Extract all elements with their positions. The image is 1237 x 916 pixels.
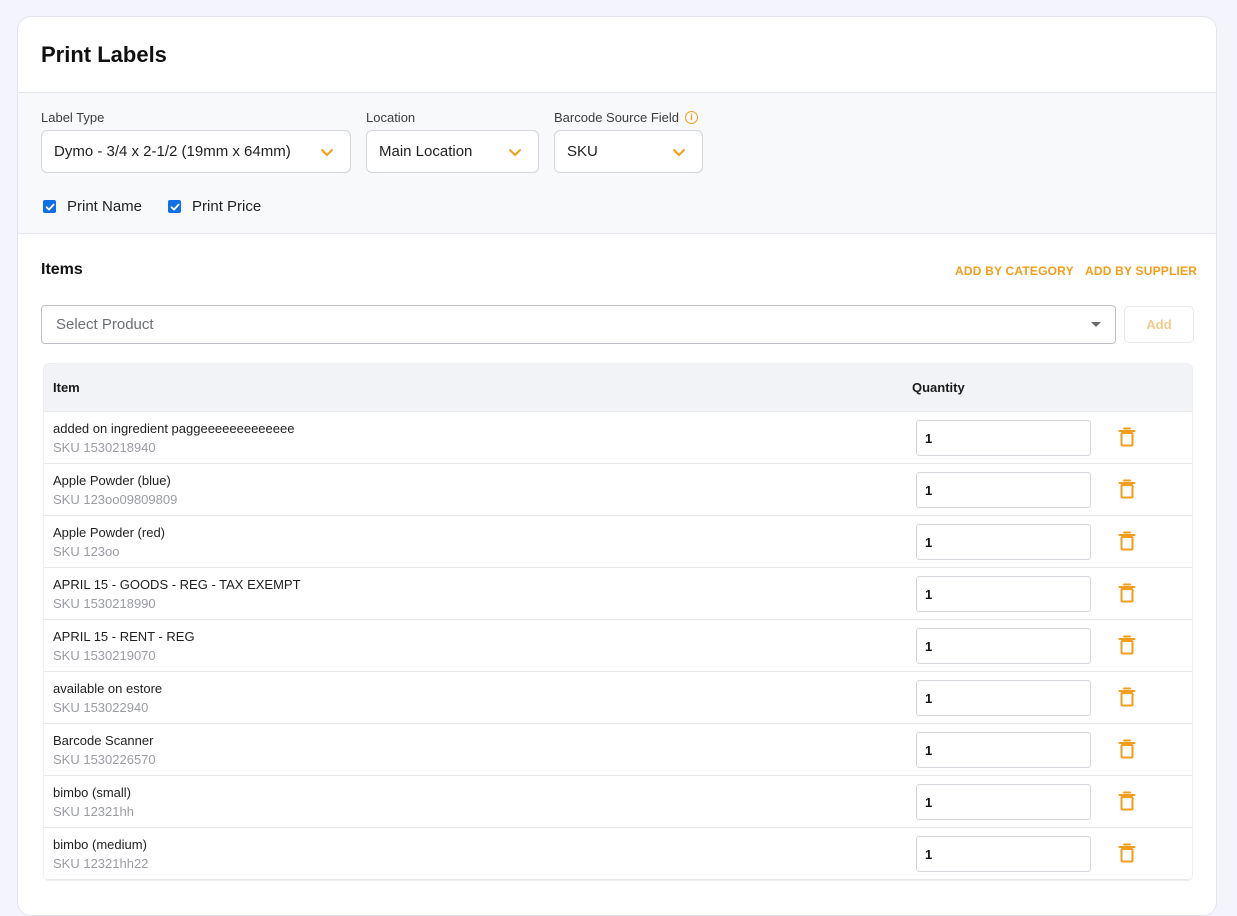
trash-icon[interactable]: [1118, 687, 1136, 707]
location-field: Location Main Location: [366, 109, 539, 173]
items-table: Item Quantity added on ingredient paggee…: [43, 363, 1193, 881]
select-product-dropdown[interactable]: Select Product: [41, 305, 1116, 344]
location-select[interactable]: Main Location: [366, 130, 539, 173]
label-settings: Label Type Dymo - 3/4 x 2-1/2 (19mm x 64…: [18, 93, 1216, 234]
table-row: added on ingredient paggeeeeeeeeeeeee SKU…: [44, 412, 1192, 464]
caret-down-icon: [1091, 322, 1101, 327]
items-title: Items: [41, 261, 83, 278]
item-name: Apple Powder (red): [53, 525, 165, 540]
select-product-placeholder: Select Product: [56, 316, 154, 333]
barcode-source-label: Barcode Source Field: [554, 109, 680, 125]
trash-icon[interactable]: [1118, 531, 1136, 551]
item-sku: SKU 1530219070: [53, 648, 156, 663]
label-type-select[interactable]: Dymo - 3/4 x 2-1/2 (19mm x 64mm): [41, 130, 351, 173]
item-sku: SKU 123oo: [53, 544, 120, 559]
page-title: Print Labels: [41, 41, 167, 67]
print-labels-card: Print Labels Label Type Dymo - 3/4 x 2-1…: [17, 16, 1217, 916]
quantity-input[interactable]: 1: [916, 472, 1091, 508]
print-price-label: Print Price: [192, 198, 262, 215]
chevron-down-icon: [673, 148, 685, 156]
info-icon[interactable]: i: [685, 110, 699, 124]
quantity-input[interactable]: 1: [916, 576, 1091, 612]
quantity-input[interactable]: 1: [916, 732, 1091, 768]
table-row: Apple Powder (blue) SKU 123oo09809809 1: [44, 464, 1192, 516]
table-row: Barcode Scanner SKU 1530226570 1: [44, 724, 1192, 776]
barcode-source-field: Barcode Source Field i SKU: [554, 109, 703, 173]
table-row: APRIL 15 - GOODS - REG - TAX EXEMPT SKU 1…: [44, 568, 1192, 620]
item-name: bimbo (medium): [53, 837, 147, 852]
item-sku: SKU 153022940: [53, 700, 149, 715]
barcode-source-value: SKU: [567, 143, 598, 160]
table-row: bimbo (medium) SKU 12321hh22 1: [44, 828, 1192, 880]
item-name: bimbo (small): [53, 785, 132, 800]
quantity-input[interactable]: 1: [916, 524, 1091, 560]
item-name: Barcode Scanner: [53, 733, 154, 748]
chevron-down-icon: [509, 148, 521, 156]
check-icon: [45, 203, 54, 210]
print-name-checkbox[interactable]: [43, 200, 56, 213]
item-name: APRIL 15 - GOODS - REG - TAX EXEMPT: [53, 577, 301, 592]
add-button[interactable]: Add: [1124, 306, 1194, 343]
item-sku: SKU 1530226570: [53, 752, 156, 767]
quantity-input[interactable]: 1: [916, 628, 1091, 664]
label-type-field: Label Type Dymo - 3/4 x 2-1/2 (19mm x 64…: [41, 109, 351, 173]
trash-icon[interactable]: [1118, 635, 1136, 655]
check-icon: [170, 203, 180, 210]
print-price-option[interactable]: Print Price: [168, 198, 261, 215]
item-name: APRIL 15 - RENT - REG: [53, 629, 195, 644]
table-row: Apple Powder (red) SKU 123oo 1: [44, 516, 1192, 568]
print-price-checkbox[interactable]: [168, 200, 182, 213]
item-sku: SKU 123oo09809809: [53, 492, 178, 507]
print-name-option[interactable]: Print Name: [43, 198, 142, 215]
label-type-label: Label Type: [41, 109, 105, 125]
trash-icon[interactable]: [1118, 479, 1136, 499]
chevron-down-icon: [321, 148, 333, 156]
item-name: added on ingredient paggeeeeeeeeeeeee: [53, 421, 295, 436]
item-sku: SKU 12321hh: [53, 804, 134, 819]
barcode-source-select[interactable]: SKU: [554, 130, 703, 173]
column-header-item: Item: [53, 380, 80, 395]
trash-icon[interactable]: [1118, 843, 1136, 863]
trash-icon[interactable]: [1118, 791, 1136, 811]
quantity-input[interactable]: 1: [916, 420, 1091, 456]
print-options: Print Name Print Price: [43, 198, 261, 215]
trash-icon[interactable]: [1118, 739, 1136, 759]
location-value: Main Location: [379, 143, 473, 160]
add-by-supplier-link[interactable]: ADD BY SUPPLIER: [1085, 264, 1197, 278]
card-header: Print Labels: [18, 17, 1216, 93]
quantity-input[interactable]: 1: [916, 784, 1091, 820]
table-row: bimbo (small) SKU 12321hh 1: [44, 776, 1192, 828]
quantity-input[interactable]: 1: [916, 680, 1091, 716]
table-body: added on ingredient paggeeeeeeeeeeeee SKU…: [44, 412, 1192, 880]
item-sku: SKU 12321hh22: [53, 856, 149, 871]
label-type-value: Dymo - 3/4 x 2-1/2 (19mm x 64mm): [54, 143, 291, 160]
table-row: available on estore SKU 153022940 1: [44, 672, 1192, 724]
barcode-source-label-row: Barcode Source Field i: [554, 109, 703, 125]
item-sku: SKU 1530218940: [53, 440, 156, 455]
table-header: Item Quantity: [44, 364, 1192, 412]
item-sku: SKU 1530218990: [53, 596, 156, 611]
add-by-category-link[interactable]: ADD BY CATEGORY: [955, 264, 1074, 278]
quantity-input[interactable]: 1: [916, 836, 1091, 872]
trash-icon[interactable]: [1118, 427, 1136, 447]
print-name-label: Print Name: [67, 198, 143, 215]
trash-icon[interactable]: [1118, 583, 1136, 603]
item-name: available on estore: [53, 681, 163, 696]
location-label: Location: [366, 109, 416, 125]
item-name: Apple Powder (blue): [53, 473, 171, 488]
column-header-quantity: Quantity: [912, 380, 965, 395]
table-row: APRIL 15 - RENT - REG SKU 1530219070 1: [44, 620, 1192, 672]
